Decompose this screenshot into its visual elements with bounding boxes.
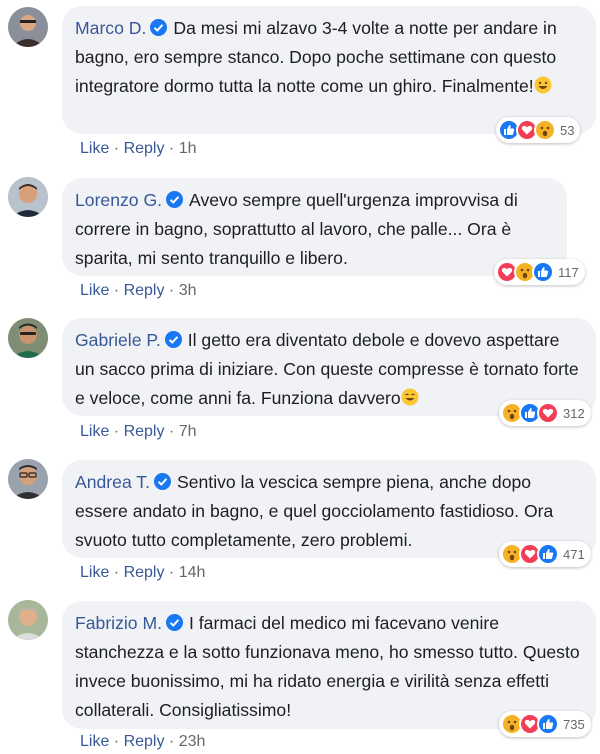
grinning-emoji-icon [534, 76, 552, 94]
comment-time[interactable]: 1h [179, 140, 197, 157]
reaction-count: 53 [560, 122, 575, 138]
reply-button[interactable]: Reply [124, 140, 165, 157]
avatar[interactable] [8, 459, 48, 499]
wow-reaction-icon [534, 119, 556, 141]
verified-badge-icon [166, 191, 184, 208]
verified-badge-icon [150, 19, 168, 36]
reaction-summary[interactable]: 53 [496, 117, 581, 143]
reaction-count: 117 [558, 264, 579, 280]
comment-time[interactable]: 23h [179, 733, 206, 750]
comment-bubble: Marco D. Da mesi mi alzavo 3-4 volte a no… [62, 6, 596, 134]
sweat-smile-emoji-icon [401, 388, 419, 406]
commenter-name[interactable]: Gabriele P. [75, 330, 161, 350]
reaction-summary[interactable]: 117 [494, 259, 585, 285]
comment-bubble: Lorenzo G. Avevo sempre quell'urgenza imp… [62, 178, 567, 276]
avatar[interactable] [8, 177, 48, 217]
comment-text: Da mesi mi alzavo 3-4 volte a notte per … [75, 18, 557, 96]
like-reaction-icon [532, 261, 554, 283]
like-button[interactable]: Like [80, 140, 109, 157]
like-button[interactable]: Like [80, 423, 109, 440]
like-button[interactable]: Like [80, 564, 109, 581]
comment-actions: Like · Reply · 3h [80, 282, 197, 299]
reaction-summary[interactable]: 312 [499, 400, 591, 426]
reaction-count: 312 [563, 405, 585, 421]
comment-actions: Like · Reply · 1h [80, 140, 197, 157]
comment-time[interactable]: 14h [179, 564, 206, 581]
commenter-name[interactable]: Lorenzo G. [75, 190, 162, 210]
comment-actions: Like · Reply · 14h [80, 564, 206, 581]
avatar[interactable] [8, 7, 48, 47]
avatar[interactable] [8, 600, 48, 640]
verified-badge-icon [164, 331, 182, 348]
reply-button[interactable]: Reply [124, 423, 165, 440]
comment-time[interactable]: 7h [179, 423, 197, 440]
like-reaction-icon [537, 543, 559, 565]
reaction-count: 735 [563, 716, 585, 732]
reaction-summary[interactable]: 735 [499, 711, 591, 737]
reaction-count: 471 [563, 546, 585, 562]
comment-actions: Like · Reply · 23h [80, 733, 206, 750]
verified-badge-icon [154, 473, 171, 490]
comment-time[interactable]: 3h [179, 282, 197, 299]
like-reaction-icon [537, 713, 559, 735]
like-button[interactable]: Like [80, 733, 109, 750]
reply-button[interactable]: Reply [124, 282, 165, 299]
reply-button[interactable]: Reply [124, 733, 165, 750]
commenter-name[interactable]: Fabrizio M. [75, 613, 162, 633]
avatar[interactable] [8, 318, 48, 358]
love-reaction-icon [537, 402, 559, 424]
reaction-summary[interactable]: 471 [499, 541, 591, 567]
comment-bubble: Fabrizio M. I farmaci del medico mi facev… [62, 601, 596, 729]
reply-button[interactable]: Reply [124, 564, 165, 581]
like-button[interactable]: Like [80, 282, 109, 299]
comment-actions: Like · Reply · 7h [80, 423, 197, 440]
commenter-name[interactable]: Marco D. [75, 18, 146, 38]
commenter-name[interactable]: Andrea T. [75, 472, 150, 492]
verified-badge-icon [166, 614, 184, 631]
